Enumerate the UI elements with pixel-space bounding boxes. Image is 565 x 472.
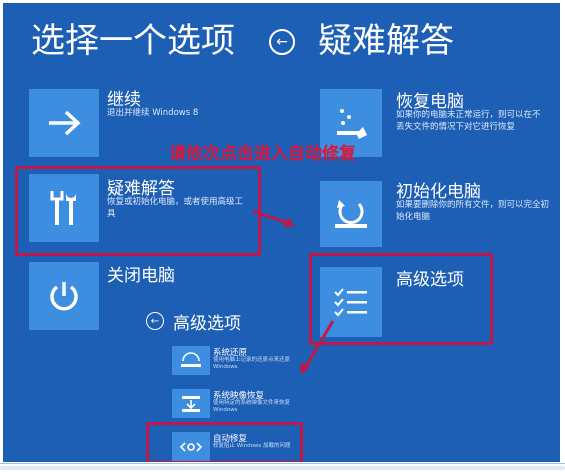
system-restore-desc: 使用电脑上记录的还原点来还原 Windows [213,357,291,370]
advanced-panel-title: 高级选项 [173,314,241,334]
system-restore-tile[interactable] [172,346,210,375]
annotation-arrows [252,209,335,375]
system-image-desc: 使用特定的系统映像文件来恢复 Windows [213,400,291,413]
system-image-icon [182,395,200,412]
system-restore-icon [181,351,201,367]
recovery-screen: 选择一个选项 ← 疑难解答 继续 退出并继续 Windows 8 疑难解答 恢复… [3,3,560,462]
system-image-tile[interactable] [172,389,210,418]
arrow-to-right-panel [252,209,295,227]
advanced-back-icon[interactable]: ← [146,312,164,330]
automatic-repair-highlight [146,422,303,462]
